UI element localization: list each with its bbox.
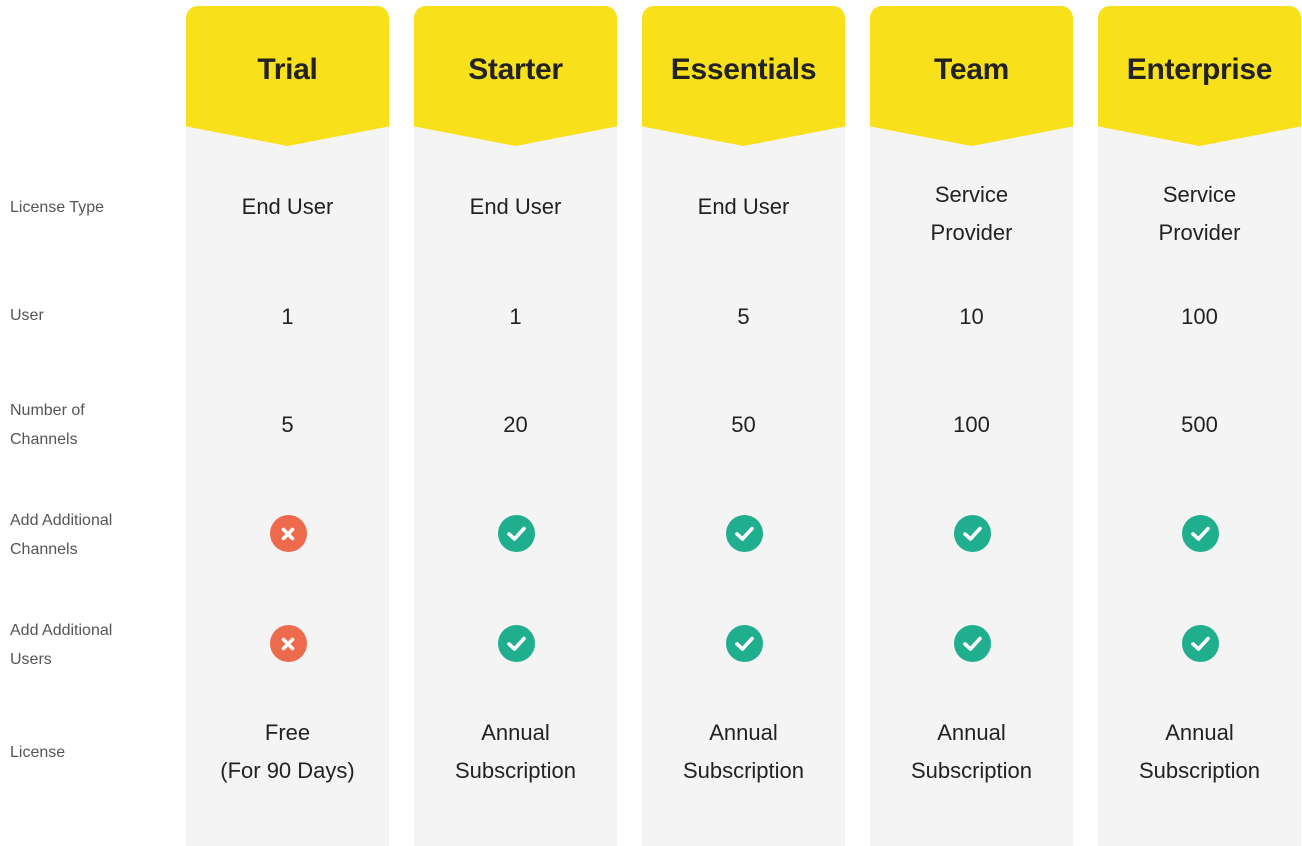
plan-header: Trial: [186, 6, 389, 146]
license-value: Annual Subscription: [682, 720, 805, 783]
plan-header: Enterprise: [1098, 6, 1301, 146]
check-icon: [497, 515, 535, 552]
cross-icon: [269, 625, 307, 662]
plan-column-team: Team Service Provider 10 100 Annual Subs…: [870, 6, 1073, 846]
check-icon: [725, 515, 763, 552]
license-value: Annual Subscription: [910, 720, 1033, 783]
license-value: Annual Subscription: [1138, 720, 1261, 783]
license-value: Free (For 90 Days): [220, 720, 355, 783]
user-value: 100: [1181, 304, 1218, 329]
plan-name: Team: [934, 53, 1009, 86]
plan-header: Starter: [414, 6, 617, 146]
channels-value: 500: [1181, 412, 1218, 437]
plan-column-essentials: Essentials End User 5 50 Annual Subscrip…: [642, 6, 845, 846]
plan-column-starter: Starter End User 1 20 Annual Subscriptio…: [414, 6, 617, 846]
row-label-user: User: [10, 307, 44, 324]
license-type-value: End User: [241, 194, 334, 219]
channels-value: 5: [281, 412, 294, 437]
check-icon: [953, 515, 991, 552]
license-type-value: Service Provider: [930, 182, 1013, 245]
plan-header: Essentials: [642, 6, 845, 146]
license-value: Annual Subscription: [454, 720, 577, 783]
license-type-value: Service Provider: [1158, 182, 1241, 245]
check-icon: [497, 625, 535, 662]
plan-header: Team: [870, 6, 1073, 146]
cross-icon: [269, 515, 307, 552]
plan-name: Trial: [257, 53, 318, 86]
user-value: 1: [509, 304, 522, 329]
row-labels: License Type User Number of Channels Add…: [0, 0, 175, 846]
row-label-channels: Number of Channels: [10, 402, 85, 448]
plan-column-trial: Trial End User 1 5 Free (For 90 Days): [186, 6, 389, 846]
plan-name: Enterprise: [1126, 53, 1273, 86]
user-value: 10: [959, 304, 984, 329]
channels-value: 50: [731, 412, 756, 437]
license-type-value: End User: [697, 194, 790, 219]
user-value: 1: [281, 304, 294, 329]
channels-value: 20: [503, 412, 528, 437]
check-icon: [953, 625, 991, 662]
check-icon: [1181, 515, 1219, 552]
plan-name: Essentials: [670, 53, 817, 86]
row-label-add-users: Add Additional Users: [10, 622, 113, 668]
row-label-license-type: License Type: [10, 199, 104, 216]
user-value: 5: [737, 304, 750, 329]
license-type-value: End User: [469, 194, 562, 219]
row-label-license: License: [10, 744, 66, 761]
check-icon: [725, 625, 763, 662]
check-icon: [1181, 625, 1219, 662]
plan-column-enterprise: Enterprise Service Provider 100 500 Annu…: [1098, 6, 1301, 846]
channels-value: 100: [953, 412, 990, 437]
row-label-add-channels: Add Additional Channels: [10, 512, 113, 558]
plan-name: Starter: [468, 53, 563, 86]
